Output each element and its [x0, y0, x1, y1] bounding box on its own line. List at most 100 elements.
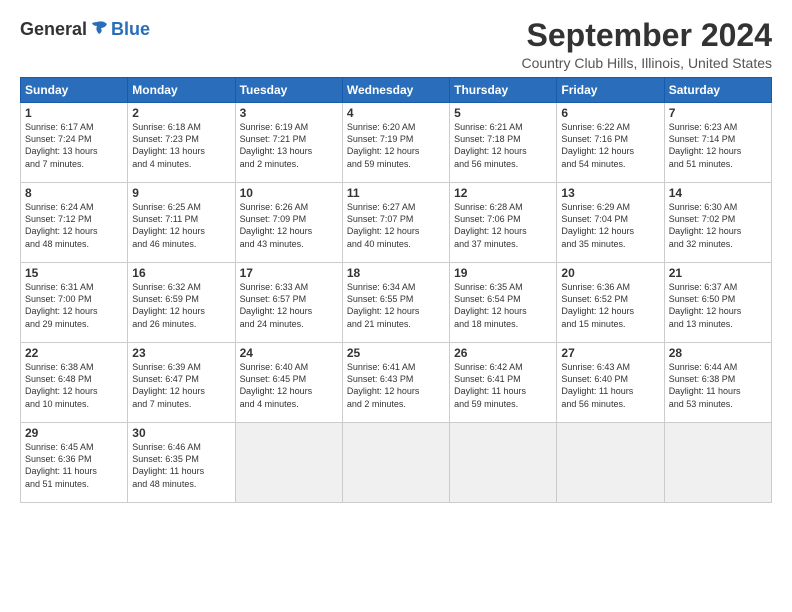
- logo-bird-icon: [89, 18, 111, 40]
- calendar-day-cell: [664, 423, 771, 503]
- day-number: 7: [669, 106, 767, 120]
- calendar-day-cell: 1Sunrise: 6:17 AM Sunset: 7:24 PM Daylig…: [21, 103, 128, 183]
- day-info: Sunrise: 6:36 AM Sunset: 6:52 PM Dayligh…: [561, 281, 659, 330]
- day-info: Sunrise: 6:17 AM Sunset: 7:24 PM Dayligh…: [25, 121, 123, 170]
- calendar-week-row: 15Sunrise: 6:31 AM Sunset: 7:00 PM Dayli…: [21, 263, 772, 343]
- calendar-day-cell: 13Sunrise: 6:29 AM Sunset: 7:04 PM Dayli…: [557, 183, 664, 263]
- day-number: 15: [25, 266, 123, 280]
- day-number: 30: [132, 426, 230, 440]
- calendar-week-row: 29Sunrise: 6:45 AM Sunset: 6:36 PM Dayli…: [21, 423, 772, 503]
- day-number: 24: [240, 346, 338, 360]
- calendar-day-cell: 18Sunrise: 6:34 AM Sunset: 6:55 PM Dayli…: [342, 263, 449, 343]
- calendar-day-cell: 21Sunrise: 6:37 AM Sunset: 6:50 PM Dayli…: [664, 263, 771, 343]
- calendar-day-cell: 20Sunrise: 6:36 AM Sunset: 6:52 PM Dayli…: [557, 263, 664, 343]
- calendar-day-cell: 24Sunrise: 6:40 AM Sunset: 6:45 PM Dayli…: [235, 343, 342, 423]
- logo-text: General Blue: [20, 18, 150, 40]
- day-info: Sunrise: 6:25 AM Sunset: 7:11 PM Dayligh…: [132, 201, 230, 250]
- calendar-day-cell: [557, 423, 664, 503]
- day-info: Sunrise: 6:26 AM Sunset: 7:09 PM Dayligh…: [240, 201, 338, 250]
- calendar-week-row: 8Sunrise: 6:24 AM Sunset: 7:12 PM Daylig…: [21, 183, 772, 263]
- day-number: 5: [454, 106, 552, 120]
- day-number: 2: [132, 106, 230, 120]
- calendar-day-cell: 22Sunrise: 6:38 AM Sunset: 6:48 PM Dayli…: [21, 343, 128, 423]
- calendar-day-cell: 26Sunrise: 6:42 AM Sunset: 6:41 PM Dayli…: [450, 343, 557, 423]
- calendar-day-cell: 28Sunrise: 6:44 AM Sunset: 6:38 PM Dayli…: [664, 343, 771, 423]
- day-info: Sunrise: 6:44 AM Sunset: 6:38 PM Dayligh…: [669, 361, 767, 410]
- day-number: 18: [347, 266, 445, 280]
- location: Country Club Hills, Illinois, United Sta…: [521, 55, 772, 71]
- day-number: 29: [25, 426, 123, 440]
- day-number: 4: [347, 106, 445, 120]
- day-info: Sunrise: 6:46 AM Sunset: 6:35 PM Dayligh…: [132, 441, 230, 490]
- calendar-day-cell: 30Sunrise: 6:46 AM Sunset: 6:35 PM Dayli…: [128, 423, 235, 503]
- day-info: Sunrise: 6:45 AM Sunset: 6:36 PM Dayligh…: [25, 441, 123, 490]
- calendar-day-cell: 25Sunrise: 6:41 AM Sunset: 6:43 PM Dayli…: [342, 343, 449, 423]
- day-number: 19: [454, 266, 552, 280]
- calendar-day-cell: 19Sunrise: 6:35 AM Sunset: 6:54 PM Dayli…: [450, 263, 557, 343]
- calendar-header-row: SundayMondayTuesdayWednesdayThursdayFrid…: [21, 78, 772, 103]
- calendar-day-cell: 3Sunrise: 6:19 AM Sunset: 7:21 PM Daylig…: [235, 103, 342, 183]
- day-number: 17: [240, 266, 338, 280]
- calendar-day-cell: 23Sunrise: 6:39 AM Sunset: 6:47 PM Dayli…: [128, 343, 235, 423]
- calendar-day-cell: 10Sunrise: 6:26 AM Sunset: 7:09 PM Dayli…: [235, 183, 342, 263]
- day-info: Sunrise: 6:30 AM Sunset: 7:02 PM Dayligh…: [669, 201, 767, 250]
- day-number: 23: [132, 346, 230, 360]
- day-number: 11: [347, 186, 445, 200]
- day-number: 10: [240, 186, 338, 200]
- day-info: Sunrise: 6:18 AM Sunset: 7:23 PM Dayligh…: [132, 121, 230, 170]
- calendar-day-cell: 15Sunrise: 6:31 AM Sunset: 7:00 PM Dayli…: [21, 263, 128, 343]
- day-number: 14: [669, 186, 767, 200]
- weekday-header: Monday: [128, 78, 235, 103]
- weekday-header: Friday: [557, 78, 664, 103]
- day-info: Sunrise: 6:37 AM Sunset: 6:50 PM Dayligh…: [669, 281, 767, 330]
- calendar-day-cell: [342, 423, 449, 503]
- calendar-day-cell: 17Sunrise: 6:33 AM Sunset: 6:57 PM Dayli…: [235, 263, 342, 343]
- day-number: 20: [561, 266, 659, 280]
- calendar-week-row: 1Sunrise: 6:17 AM Sunset: 7:24 PM Daylig…: [21, 103, 772, 183]
- day-number: 16: [132, 266, 230, 280]
- day-info: Sunrise: 6:21 AM Sunset: 7:18 PM Dayligh…: [454, 121, 552, 170]
- calendar-day-cell: 4Sunrise: 6:20 AM Sunset: 7:19 PM Daylig…: [342, 103, 449, 183]
- weekday-header: Tuesday: [235, 78, 342, 103]
- day-number: 8: [25, 186, 123, 200]
- day-number: 3: [240, 106, 338, 120]
- day-info: Sunrise: 6:29 AM Sunset: 7:04 PM Dayligh…: [561, 201, 659, 250]
- day-number: 9: [132, 186, 230, 200]
- day-info: Sunrise: 6:22 AM Sunset: 7:16 PM Dayligh…: [561, 121, 659, 170]
- day-number: 27: [561, 346, 659, 360]
- calendar-week-row: 22Sunrise: 6:38 AM Sunset: 6:48 PM Dayli…: [21, 343, 772, 423]
- calendar-day-cell: [450, 423, 557, 503]
- day-info: Sunrise: 6:27 AM Sunset: 7:07 PM Dayligh…: [347, 201, 445, 250]
- day-info: Sunrise: 6:39 AM Sunset: 6:47 PM Dayligh…: [132, 361, 230, 410]
- day-info: Sunrise: 6:43 AM Sunset: 6:40 PM Dayligh…: [561, 361, 659, 410]
- day-number: 22: [25, 346, 123, 360]
- day-info: Sunrise: 6:35 AM Sunset: 6:54 PM Dayligh…: [454, 281, 552, 330]
- calendar-day-cell: 14Sunrise: 6:30 AM Sunset: 7:02 PM Dayli…: [664, 183, 771, 263]
- weekday-header: Saturday: [664, 78, 771, 103]
- calendar-day-cell: 16Sunrise: 6:32 AM Sunset: 6:59 PM Dayli…: [128, 263, 235, 343]
- day-number: 26: [454, 346, 552, 360]
- logo-blue: Blue: [111, 19, 150, 40]
- day-number: 21: [669, 266, 767, 280]
- page: General Blue September 2024 Country Club…: [0, 0, 792, 612]
- calendar-day-cell: 12Sunrise: 6:28 AM Sunset: 7:06 PM Dayli…: [450, 183, 557, 263]
- calendar-day-cell: 2Sunrise: 6:18 AM Sunset: 7:23 PM Daylig…: [128, 103, 235, 183]
- header: General Blue September 2024 Country Club…: [20, 18, 772, 71]
- day-number: 28: [669, 346, 767, 360]
- day-info: Sunrise: 6:41 AM Sunset: 6:43 PM Dayligh…: [347, 361, 445, 410]
- day-number: 12: [454, 186, 552, 200]
- day-info: Sunrise: 6:34 AM Sunset: 6:55 PM Dayligh…: [347, 281, 445, 330]
- day-info: Sunrise: 6:40 AM Sunset: 6:45 PM Dayligh…: [240, 361, 338, 410]
- day-number: 25: [347, 346, 445, 360]
- day-info: Sunrise: 6:24 AM Sunset: 7:12 PM Dayligh…: [25, 201, 123, 250]
- calendar-day-cell: 9Sunrise: 6:25 AM Sunset: 7:11 PM Daylig…: [128, 183, 235, 263]
- day-info: Sunrise: 6:32 AM Sunset: 6:59 PM Dayligh…: [132, 281, 230, 330]
- day-info: Sunrise: 6:42 AM Sunset: 6:41 PM Dayligh…: [454, 361, 552, 410]
- logo-general: General: [20, 19, 87, 40]
- calendar-day-cell: [235, 423, 342, 503]
- calendar-day-cell: 6Sunrise: 6:22 AM Sunset: 7:16 PM Daylig…: [557, 103, 664, 183]
- day-info: Sunrise: 6:38 AM Sunset: 6:48 PM Dayligh…: [25, 361, 123, 410]
- day-info: Sunrise: 6:20 AM Sunset: 7:19 PM Dayligh…: [347, 121, 445, 170]
- weekday-header: Thursday: [450, 78, 557, 103]
- day-info: Sunrise: 6:33 AM Sunset: 6:57 PM Dayligh…: [240, 281, 338, 330]
